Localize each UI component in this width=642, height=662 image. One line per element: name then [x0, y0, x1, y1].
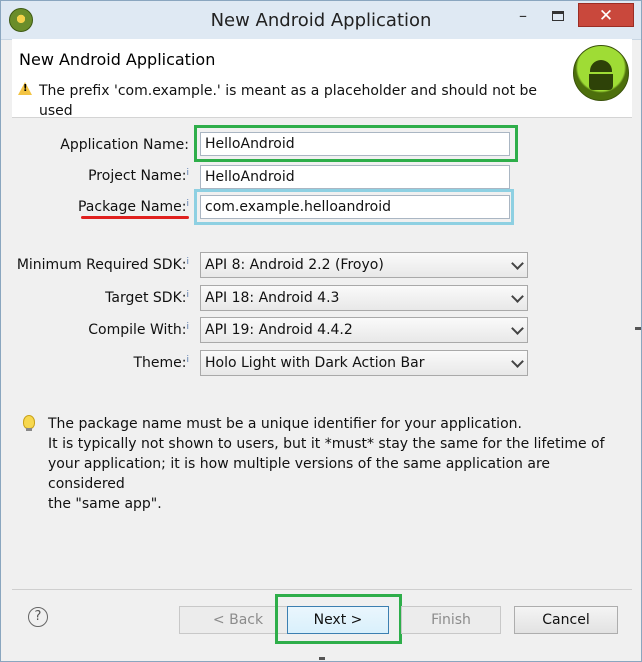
- page-title: New Android Application: [19, 50, 216, 69]
- application-name-label: Application Name:: [60, 137, 189, 153]
- min-sdk-value: API 8: Android 2.2 (Froyo): [205, 257, 384, 273]
- application-name-highlight: [194, 125, 518, 162]
- wizard-header: New Android Application The prefix 'com.…: [12, 39, 632, 119]
- close-button[interactable]: ✕: [578, 3, 634, 27]
- info-icon: i: [186, 290, 189, 300]
- help-button[interactable]: ?: [28, 607, 48, 627]
- min-sdk-select[interactable]: API 8: Android 2.2 (Froyo): [200, 252, 528, 278]
- resize-mark: [635, 327, 641, 330]
- finish-button[interactable]: Finish: [401, 606, 501, 634]
- maximize-button[interactable]: [547, 9, 571, 27]
- compile-with-label: Compile With:i: [88, 322, 189, 338]
- info-icon: i: [186, 199, 189, 209]
- title-bar[interactable]: New Android Application – ✕: [1, 1, 641, 40]
- info-icon: i: [186, 322, 189, 332]
- chevron-down-icon: [511, 355, 524, 368]
- minimize-button[interactable]: –: [511, 8, 535, 27]
- warning-icon: [18, 82, 32, 95]
- info-icon: i: [186, 355, 189, 365]
- theme-value: Holo Light with Dark Action Bar: [205, 355, 425, 371]
- project-name-input[interactable]: HelloAndroid: [200, 165, 510, 189]
- chevron-down-icon: [511, 322, 524, 335]
- help-line: The package name must be a unique identi…: [48, 416, 522, 432]
- package-name-label: Package Name:i: [77, 199, 189, 215]
- android-logo-icon: [573, 45, 629, 101]
- help-line: your application; it is how multiple ver…: [48, 456, 551, 492]
- info-icon: i: [186, 168, 189, 178]
- theme-label: Theme:i: [133, 355, 189, 371]
- next-button-highlight: [275, 594, 402, 644]
- theme-select[interactable]: Holo Light with Dark Action Bar: [200, 350, 528, 376]
- package-name-underline: [81, 216, 189, 219]
- package-name-highlight: [194, 189, 514, 225]
- project-name-label: Project Name:i: [88, 168, 189, 184]
- target-sdk-value: API 18: Android 4.3: [205, 290, 340, 306]
- target-sdk-select[interactable]: API 18: Android 4.3: [200, 285, 528, 311]
- button-bar-divider: [12, 589, 632, 590]
- window-title: New Android Application: [210, 10, 432, 31]
- compile-with-select[interactable]: API 19: Android 4.4.2: [200, 317, 528, 343]
- help-line: the "same app".: [48, 496, 162, 512]
- dialog-window: New Android Application – ✕ New Android …: [0, 0, 642, 662]
- chevron-down-icon: [511, 290, 524, 303]
- cancel-button[interactable]: Cancel: [514, 606, 618, 634]
- info-icon: i: [186, 257, 189, 267]
- chevron-down-icon: [511, 257, 524, 270]
- target-sdk-label: Target SDK:i: [105, 290, 189, 306]
- compile-with-value: API 19: Android 4.4.2: [205, 322, 353, 338]
- package-name-help-text: The package name must be a unique identi…: [48, 414, 628, 514]
- lightbulb-icon: [23, 415, 35, 431]
- warning-message: The prefix 'com.example.' is meant as a …: [39, 83, 538, 119]
- help-line: It is typically not shown to users, but …: [48, 436, 605, 452]
- resize-mark: [319, 657, 325, 660]
- maximize-icon: [552, 11, 564, 21]
- min-sdk-label: Minimum Required SDK:i: [16, 257, 189, 273]
